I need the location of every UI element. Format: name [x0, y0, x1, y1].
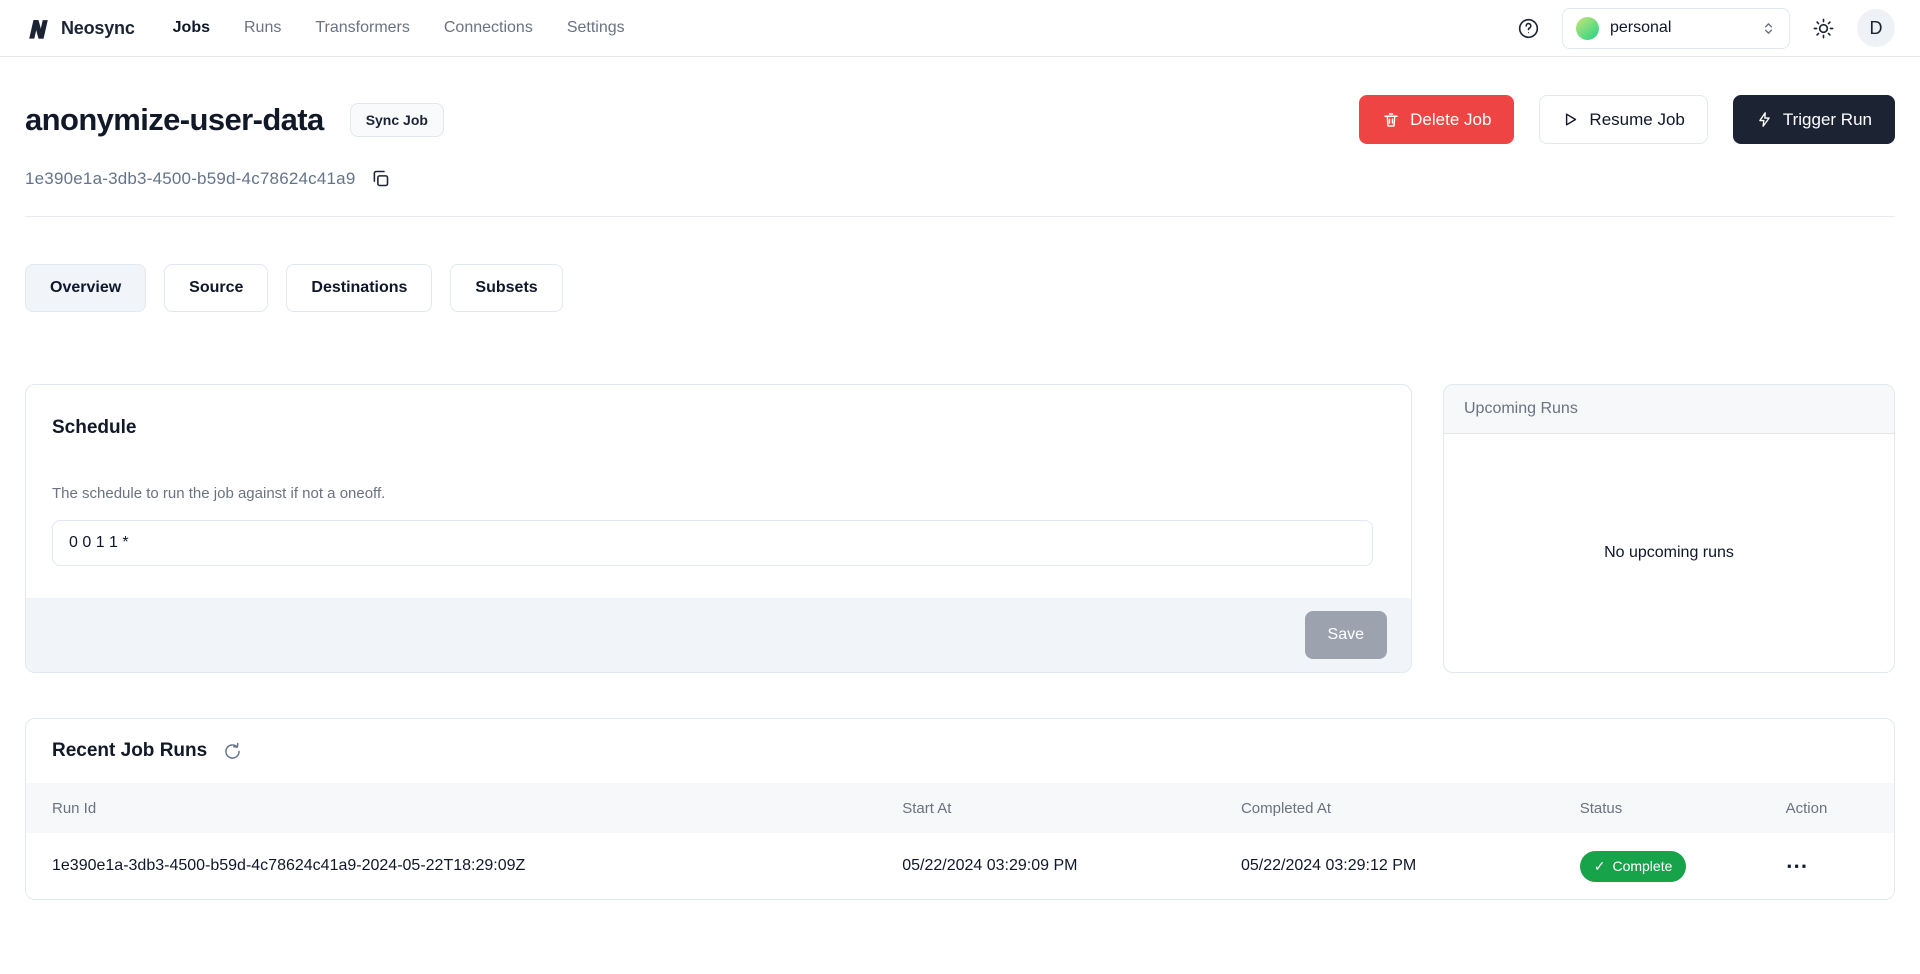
- topbar-right-cluster: personal D: [1517, 8, 1895, 49]
- overview-cards-row: Schedule The schedule to run the job aga…: [25, 384, 1895, 673]
- schedule-title: Schedule: [52, 417, 1385, 439]
- nav-item-runs[interactable]: Runs: [244, 19, 281, 37]
- column-header-completed-at: Completed At: [1241, 800, 1580, 817]
- trash-icon: [1382, 111, 1400, 129]
- delete-job-button[interactable]: Delete Job: [1359, 95, 1514, 144]
- start-at-cell: 05/22/2024 03:29:09 PM: [902, 857, 1241, 875]
- workspace-name: personal: [1610, 19, 1671, 37]
- nav-item-connections[interactable]: Connections: [444, 19, 533, 37]
- play-icon: [1562, 111, 1579, 128]
- completed-at-cell: 05/22/2024 03:29:12 PM: [1241, 857, 1580, 875]
- neosync-logo[interactable]: Neosync: [25, 15, 135, 42]
- cron-schedule-input[interactable]: [52, 520, 1373, 566]
- workspace-avatar: [1576, 17, 1599, 40]
- user-avatar[interactable]: D: [1857, 9, 1895, 47]
- theme-toggle-sun-icon[interactable]: [1812, 17, 1835, 40]
- upcoming-runs-body: No upcoming runs: [1444, 434, 1894, 672]
- lightning-bolt-icon: [1756, 111, 1773, 128]
- column-header-run-id: Run Id: [52, 800, 902, 817]
- column-header-start-at: Start At: [902, 800, 1241, 817]
- check-icon: ✓: [1594, 858, 1606, 875]
- help-icon[interactable]: [1517, 17, 1540, 40]
- upcoming-runs-header: Upcoming Runs: [1444, 385, 1894, 434]
- chevron-up-down-icon: [1760, 20, 1777, 37]
- job-detail-page: anonymize-user-data Sync Job Delete Job …: [0, 95, 1920, 900]
- main-nav: Jobs Runs Transformers Connections Setti…: [173, 19, 625, 37]
- resume-job-button[interactable]: Resume Job: [1539, 95, 1707, 144]
- page-header: anonymize-user-data Sync Job Delete Job …: [25, 95, 1895, 144]
- trigger-run-label: Trigger Run: [1783, 110, 1872, 130]
- recent-runs-table: Run Id Start At Completed At Status Acti…: [26, 783, 1894, 899]
- recent-runs-header: Recent Job Runs: [26, 719, 1894, 783]
- job-tabs: Overview Source Destinations Subsets: [25, 264, 1895, 312]
- upcoming-runs-empty-message: No upcoming runs: [1604, 544, 1734, 562]
- table-row[interactable]: 1e390e1a-3db3-4500-b59d-4c78624c41a9-202…: [26, 833, 1894, 899]
- tab-destinations[interactable]: Destinations: [286, 264, 432, 312]
- resume-job-label: Resume Job: [1589, 110, 1684, 130]
- page-title: anonymize-user-data: [25, 102, 324, 138]
- column-header-status: Status: [1580, 800, 1786, 817]
- save-schedule-button[interactable]: Save: [1305, 611, 1387, 659]
- schedule-description: The schedule to run the job against if n…: [52, 485, 1385, 502]
- status-label: Complete: [1612, 858, 1672, 874]
- refresh-icon[interactable]: [222, 741, 243, 762]
- column-header-action: Action: [1786, 800, 1868, 817]
- header-actions: Delete Job Resume Job Trigger Run: [1359, 95, 1895, 144]
- job-id-row: 1e390e1a-3db3-4500-b59d-4c78624c41a9: [25, 168, 1895, 189]
- upcoming-runs-card: Upcoming Runs No upcoming runs: [1443, 384, 1895, 673]
- schedule-card: Schedule The schedule to run the job aga…: [25, 384, 1412, 673]
- run-id-cell[interactable]: 1e390e1a-3db3-4500-b59d-4c78624c41a9-202…: [52, 857, 902, 875]
- user-avatar-initial: D: [1870, 18, 1883, 39]
- schedule-card-body: Schedule The schedule to run the job aga…: [26, 385, 1411, 566]
- row-actions-menu-icon[interactable]: ⋯: [1786, 861, 1868, 871]
- nav-item-transformers[interactable]: Transformers: [315, 19, 410, 37]
- top-navigation-bar: Neosync Jobs Runs Transformers Connectio…: [0, 0, 1920, 57]
- copy-icon[interactable]: [370, 168, 391, 189]
- nav-item-jobs[interactable]: Jobs: [173, 19, 210, 37]
- tab-source[interactable]: Source: [164, 264, 268, 312]
- job-type-badge: Sync Job: [350, 103, 444, 137]
- status-badge[interactable]: ✓ Complete: [1580, 851, 1687, 882]
- brand-name: Neosync: [61, 18, 135, 39]
- header-divider: [25, 216, 1895, 217]
- tab-overview[interactable]: Overview: [25, 264, 146, 312]
- tab-subsets[interactable]: Subsets: [450, 264, 562, 312]
- neosync-logo-icon: [25, 15, 52, 42]
- schedule-card-footer: Save: [26, 598, 1411, 672]
- trigger-run-button[interactable]: Trigger Run: [1733, 95, 1895, 144]
- recent-job-runs-card: Recent Job Runs Run Id Start At Complete…: [25, 718, 1895, 900]
- job-id-text: 1e390e1a-3db3-4500-b59d-4c78624c41a9: [25, 169, 355, 189]
- nav-item-settings[interactable]: Settings: [567, 19, 625, 37]
- delete-job-label: Delete Job: [1410, 110, 1491, 130]
- recent-runs-title: Recent Job Runs: [52, 740, 207, 762]
- recent-runs-table-header: Run Id Start At Completed At Status Acti…: [26, 783, 1894, 833]
- workspace-selector[interactable]: personal: [1562, 8, 1790, 49]
